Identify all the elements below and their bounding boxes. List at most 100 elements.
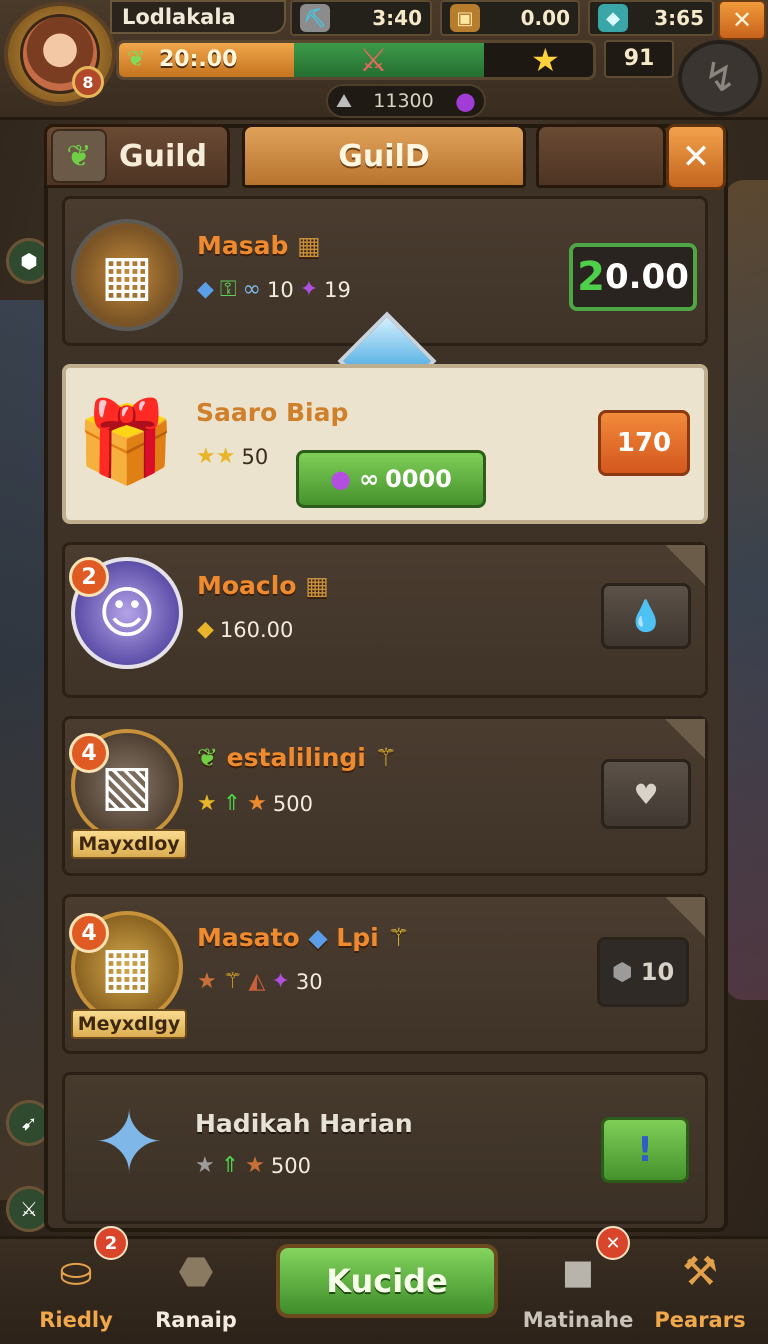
list-item[interactable]: ☺ 2 Moaclo ▦ ◆ 160.00 💧 bbox=[62, 542, 708, 698]
heart-icon: ♥ bbox=[633, 777, 659, 811]
key-icon: ⚿ bbox=[219, 277, 237, 302]
list-item[interactable]: ▦ 4 Meyxdlgy Masato ◆ Lpi ⚚ ★ ⚚ ◭ ✦ 30 ⬢… bbox=[62, 894, 708, 1054]
experience-bar: ❦ 20:.00 ⚔ ★ bbox=[116, 40, 596, 80]
nav-item-ranaip[interactable]: ⬣ Ranaip bbox=[136, 1240, 256, 1340]
nav-label: Riedly bbox=[39, 1308, 113, 1332]
item-ribbon: Mayxdloy bbox=[71, 829, 187, 859]
gem-cube-icon: ◆ bbox=[598, 4, 628, 32]
star-icon: ★ bbox=[531, 41, 560, 79]
resource-ore[interactable]: ⛏ 3:40 bbox=[290, 0, 432, 36]
star-icon: ★ bbox=[197, 969, 217, 994]
item-stats: ★ ⇑ ★ 500 bbox=[197, 791, 313, 816]
rocks-icon: ⬣ bbox=[178, 1249, 214, 1295]
item-stats: ◆ 160.00 bbox=[197, 617, 294, 642]
item-title: Moaclo ▦ bbox=[197, 571, 329, 600]
wand-icon: ⚚ bbox=[222, 969, 243, 994]
heart-button[interactable]: ♥ bbox=[601, 759, 691, 829]
claim-value: 0.00 bbox=[604, 257, 689, 297]
amethyst-icon: ✦ bbox=[299, 277, 319, 302]
treasure-chest-icon: ▦ bbox=[71, 219, 183, 331]
hammer-icon: ⚒ bbox=[682, 1249, 718, 1295]
star-orange-icon: ★ bbox=[245, 1153, 265, 1178]
xp-value: 20:.00 bbox=[159, 47, 238, 72]
info-button[interactable]: ! bbox=[601, 1117, 689, 1183]
resource-chest[interactable]: ▣ 0.00 bbox=[440, 0, 580, 36]
item-ribbon: Meyxdlgy bbox=[71, 1009, 187, 1039]
xp-fill-green bbox=[294, 43, 484, 77]
row-corner-decor bbox=[665, 719, 705, 759]
chest-small-icon: ▦ bbox=[305, 571, 329, 600]
row-corner-decor bbox=[665, 545, 705, 585]
star-icon: ★ bbox=[195, 1153, 215, 1178]
stone-icon: ⬢ bbox=[611, 958, 633, 986]
tab-guild-active-label: GuilD bbox=[338, 138, 430, 174]
item-title: Masato ◆ Lpi ⚚ bbox=[197, 923, 410, 952]
nav-item-pearars[interactable]: ⚒ Pearars bbox=[640, 1240, 760, 1340]
item-title: ❦ estalilingi ⚚ bbox=[197, 743, 398, 772]
leaf-icon: ❦ bbox=[51, 129, 107, 183]
claim-prefix: 2 bbox=[577, 254, 605, 300]
reward-value: 0000 bbox=[385, 465, 452, 493]
resource-chest-value: 0.00 bbox=[520, 6, 570, 30]
nav-label: Matinahe bbox=[522, 1308, 634, 1332]
list-item[interactable]: ▧ 4 Mayxdloy ❦ estalilingi ⚚ ★ ⇑ ★ 500 ♥ bbox=[62, 716, 708, 876]
tab-extra[interactable] bbox=[536, 124, 666, 188]
background-scenery-right bbox=[724, 180, 768, 1000]
item-stats: ◆ ⚿ ∞ 10 ✦ 19 bbox=[197, 277, 351, 302]
horn-icon: ◭ bbox=[248, 969, 266, 994]
list-item[interactable]: ✦ Hadikah Harian ★ ⇑ ★ 500 ! bbox=[62, 1072, 708, 1224]
tab-guild-label: Guild bbox=[119, 138, 208, 174]
buy-button[interactable]: 170 bbox=[598, 410, 690, 476]
swirl-menu-button[interactable]: ↯ bbox=[678, 40, 762, 116]
amethyst-icon: ✦ bbox=[271, 969, 290, 994]
row-corner-decor bbox=[665, 897, 705, 937]
potion-button[interactable]: 💧 bbox=[601, 583, 691, 649]
purple-orb-icon: ● bbox=[330, 465, 352, 493]
nav-label: Pearars bbox=[654, 1308, 746, 1332]
crystal-icon: ◆ bbox=[197, 277, 214, 302]
tab-guild-active[interactable]: GuilD bbox=[242, 124, 526, 188]
avatar-level-badge: 8 bbox=[72, 66, 104, 98]
orbs-icon: ∞ bbox=[359, 465, 380, 493]
item-title: Saaro Biap bbox=[196, 398, 349, 427]
claim-button[interactable]: 2 0.00 bbox=[569, 243, 697, 311]
top-close-button[interactable]: ✕ bbox=[718, 0, 766, 40]
crossed-swords-icon: ⚔ bbox=[359, 41, 388, 79]
resource-gem[interactable]: ◆ 3:65 bbox=[588, 0, 714, 36]
ore-icon: ⛏ bbox=[300, 4, 330, 32]
stone-value: 10 bbox=[640, 958, 675, 986]
ore-chunk-icon: ⛰ bbox=[336, 90, 352, 112]
purple-orb-icon: ● bbox=[455, 87, 476, 115]
gift-box-icon: 🎁 bbox=[76, 395, 176, 488]
swirl-icon: ↯ bbox=[703, 55, 737, 101]
row-number-badge: 4 bbox=[69, 913, 109, 953]
arrow-up-icon: ⇑ bbox=[222, 791, 242, 816]
nav-badge: ✕ bbox=[596, 1226, 630, 1260]
chest-icon: ▣ bbox=[450, 4, 480, 32]
mini-resource[interactable]: ⛰ 11300 ● bbox=[326, 84, 486, 118]
star-orange-icon: ★ bbox=[247, 791, 267, 816]
main-action-button[interactable]: Kucide bbox=[276, 1244, 498, 1318]
player-name: Lodlakala bbox=[110, 0, 286, 34]
crystal-badge-icon: ✦ bbox=[92, 1093, 166, 1193]
right-count: 91 bbox=[604, 40, 674, 78]
tab-guild[interactable]: ❦ Guild bbox=[44, 124, 230, 188]
item-title: Masab ▦ bbox=[197, 231, 321, 260]
arrow-up-icon: ⇑ bbox=[220, 1153, 240, 1178]
mini-resource-value: 11300 bbox=[373, 90, 434, 112]
resource-gem-value: 3:65 bbox=[654, 6, 704, 30]
row-number-badge: 2 bbox=[69, 557, 109, 597]
chest-small-icon: ▦ bbox=[297, 231, 321, 260]
reward-button[interactable]: ● ∞ 0000 bbox=[296, 450, 486, 508]
star-icon: ★ bbox=[197, 791, 217, 816]
item-stats: ★ ⇑ ★ 500 bbox=[195, 1153, 311, 1178]
item-stats: ★ ⚚ ◭ ✦ 30 bbox=[197, 969, 323, 994]
gold-cube-icon: ◆ bbox=[197, 617, 214, 642]
item-title: Hadikah Harian bbox=[195, 1109, 413, 1138]
list-item-highlighted[interactable]: 🎁 Saaro Biap ★★ 50 ● ∞ 0000 170 bbox=[62, 364, 708, 524]
stone-button[interactable]: ⬢ 10 bbox=[597, 937, 689, 1007]
orbs-icon: ∞ bbox=[242, 277, 261, 302]
leaf-icon: ❦ bbox=[127, 47, 146, 72]
potion-icon: 💧 bbox=[627, 598, 665, 634]
panel-close-button[interactable]: ✕ bbox=[666, 124, 726, 190]
